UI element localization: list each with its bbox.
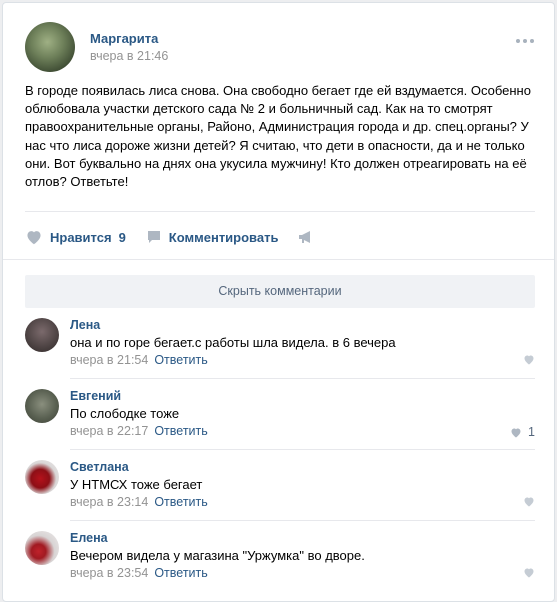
commenter-avatar[interactable] bbox=[25, 389, 59, 423]
comment-like-count: 1 bbox=[528, 425, 535, 439]
comment-meta: вчера в 23:14 Ответить bbox=[70, 495, 208, 509]
comment-divider bbox=[70, 378, 535, 379]
post-actions: Нравится 9 Комментировать bbox=[25, 227, 314, 247]
commenter-name[interactable]: Евгений bbox=[70, 389, 121, 403]
hide-comments-button[interactable]: Скрыть комментарии bbox=[25, 275, 535, 308]
post-text: В городе появилась лиса снова. Она свобо… bbox=[25, 83, 531, 190]
like-label: Нравится bbox=[50, 229, 112, 245]
comment-meta: вчера в 22:17 Ответить bbox=[70, 424, 208, 438]
comment-time[interactable]: вчера в 23:14 bbox=[70, 495, 148, 509]
commenter-avatar[interactable] bbox=[25, 531, 59, 565]
comment-time[interactable]: вчера в 23:54 bbox=[70, 566, 148, 580]
share-button[interactable] bbox=[298, 229, 314, 245]
comment-icon bbox=[147, 231, 160, 243]
commenter-name[interactable]: Светлана bbox=[70, 460, 129, 474]
megaphone-icon bbox=[299, 231, 311, 243]
commenter-avatar[interactable] bbox=[25, 460, 59, 494]
heart-icon bbox=[524, 568, 534, 578]
author-avatar[interactable] bbox=[25, 22, 75, 72]
comment-like-button[interactable] bbox=[523, 567, 535, 578]
heart-icon bbox=[524, 497, 534, 507]
more-options-icon[interactable] bbox=[516, 39, 534, 43]
comment-like-button[interactable]: 1 bbox=[510, 425, 535, 439]
reply-button[interactable]: Ответить bbox=[154, 566, 207, 580]
comment-text: Вечером видела у магазина "Уржумка" во д… bbox=[70, 548, 365, 563]
commenter-name[interactable]: Лена bbox=[70, 318, 100, 332]
comment-divider bbox=[70, 449, 535, 450]
comment-item: Елена Вечером видела у магазина "Уржумка… bbox=[25, 531, 535, 586]
reply-button[interactable]: Ответить bbox=[154, 424, 207, 438]
comment-time[interactable]: вчера в 21:54 bbox=[70, 353, 148, 367]
heart-icon bbox=[524, 355, 534, 365]
divider bbox=[25, 211, 535, 212]
comment-text: она и по горе бегает.с работы шла видела… bbox=[70, 335, 396, 350]
commenter-avatar[interactable] bbox=[25, 318, 59, 352]
comment-like-button[interactable] bbox=[523, 354, 535, 365]
comment-time[interactable]: вчера в 22:17 bbox=[70, 424, 148, 438]
reply-button[interactable]: Ответить bbox=[154, 495, 207, 509]
post-card: Маргарита вчера в 21:46 В городе появила… bbox=[2, 2, 555, 602]
comment-item: Евгений По слободке тоже вчера в 22:17 От… bbox=[25, 389, 535, 444]
comment-meta: вчера в 23:54 Ответить bbox=[70, 566, 208, 580]
like-count: 9 bbox=[118, 229, 126, 245]
like-button[interactable]: Нравится 9 bbox=[25, 229, 126, 245]
comment-item: Лена она и по горе бегает.с работы шла в… bbox=[25, 318, 535, 373]
comment-label: Комментировать bbox=[168, 229, 279, 245]
comment-text: По слободке тоже bbox=[70, 406, 180, 421]
comment-divider bbox=[70, 520, 535, 521]
comment-item: Светлана У НТМСХ тоже бегает вчера в 23:… bbox=[25, 460, 535, 515]
comment-like-button[interactable] bbox=[523, 496, 535, 507]
comment-button[interactable]: Комментировать bbox=[146, 229, 279, 245]
heart-icon bbox=[27, 231, 41, 245]
commenter-name[interactable]: Елена bbox=[70, 531, 108, 545]
reply-button[interactable]: Ответить bbox=[154, 353, 207, 367]
comment-text: У НТМСХ тоже бегает bbox=[70, 477, 203, 492]
post-timestamp[interactable]: вчера в 21:46 bbox=[90, 49, 168, 63]
post-author[interactable]: Маргарита bbox=[90, 31, 158, 46]
heart-icon bbox=[511, 428, 521, 437]
section-divider bbox=[3, 259, 554, 260]
comment-meta: вчера в 21:54 Ответить bbox=[70, 353, 208, 367]
